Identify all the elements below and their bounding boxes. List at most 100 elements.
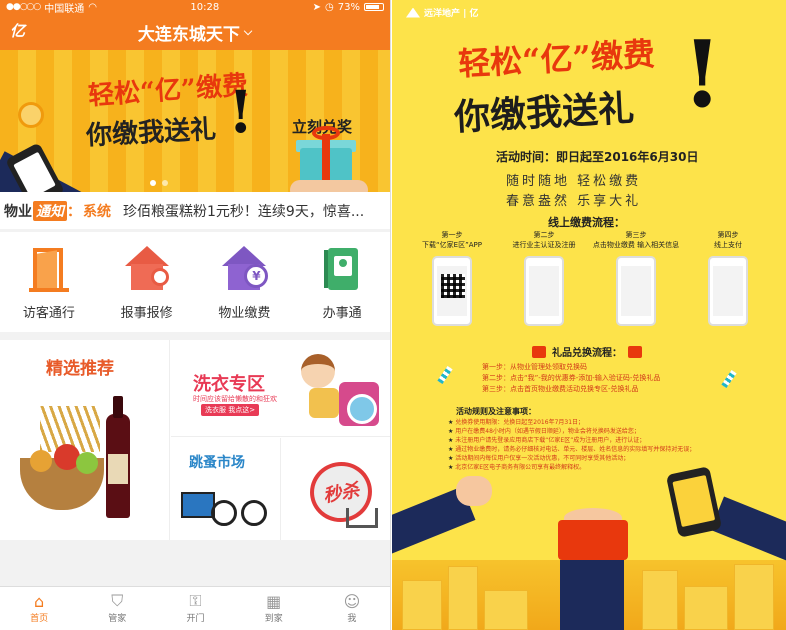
tab-me[interactable]: ☺ 我 — [313, 587, 390, 630]
poster-slogan1: 随时随地 轻松缴费 — [506, 174, 642, 189]
tab-label: 到家 — [264, 614, 283, 624]
service-label: 访客通行 — [22, 306, 75, 321]
rule-item: 北京亿家E区电子商务有限公司享有最终解释权。 — [448, 463, 695, 472]
phone-illustration — [665, 466, 723, 538]
promo-banner[interactable]: 轻松“亿”缴费 你缴我送礼 ! 立刻兑奖 — [0, 50, 390, 192]
seckill-title: 秒杀 — [321, 480, 361, 507]
notice-source: 系统 — [83, 203, 111, 220]
clock: 10:28 — [190, 1, 220, 13]
tab-label: 我 — [347, 614, 357, 624]
wifi-icon: ◠ — [88, 1, 97, 13]
storefront-icon: ▦ — [266, 591, 282, 611]
notice-text: 珍佰粮蛋糕粉1元秒！连续9天，惊喜... — [123, 203, 365, 220]
service-affairs[interactable]: 办事通 — [293, 232, 390, 332]
carrier-label: 中国联通 — [44, 3, 85, 15]
confetti-decoration — [721, 369, 737, 389]
battery-icon — [364, 3, 384, 11]
repair-house-icon — [123, 246, 171, 292]
payment-flow-title: 线上缴费流程： — [548, 216, 625, 229]
poster-slogan2: 春意盎然 乐享大礼 — [506, 194, 642, 209]
promo-grid: 精选推荐 洗衣专区 时间应该留给懒散的和狂欢 洗衣服 我点这> 跳蚤市场 秒杀 — [0, 340, 390, 540]
phone-mockup-icon — [616, 256, 656, 326]
rules-list: 兑换券使用期限：兑换日起至2016年7月31日； 用户在缴费48小时内（如遇节假… — [448, 418, 695, 472]
chevron-down-icon: ⌵ — [243, 25, 253, 38]
confetti-decoration — [437, 365, 453, 385]
featured-title: 精选推荐 — [46, 359, 114, 379]
poster-activity-time: 活动时间：即日起至2016年6月30日 — [496, 150, 699, 164]
poster-title-line2: 你缴我送礼 — [453, 87, 636, 139]
step-desc: 线上支付 — [714, 241, 742, 249]
battery-percent: 73% — [337, 1, 360, 13]
service-label: 报事报修 — [120, 306, 173, 321]
tab-butler[interactable]: ⛉ 管家 — [78, 587, 156, 630]
fruit-illustration — [30, 450, 52, 472]
bicycle-wheel-icon — [211, 500, 237, 526]
shield-icon: ⛉ — [111, 591, 124, 610]
poster-title-line1: 轻松“亿”缴费 — [457, 34, 656, 84]
phone-mockup-icon — [524, 256, 564, 326]
alarm-icon: ◷ — [325, 1, 334, 13]
washing-machine-icon — [339, 382, 379, 426]
featured-recommend-card[interactable]: 精选推荐 — [0, 340, 170, 540]
notice-badge: 通知 — [33, 200, 67, 221]
phone-mockup-icon — [432, 256, 472, 326]
poster-exclaim: ! — [682, 20, 723, 128]
seckill-card[interactable]: 秒杀 — [282, 438, 390, 540]
payment-step: 第三步 点击物业缴费 输入相关信息 — [590, 230, 682, 326]
laundry-card[interactable]: 洗衣专区 时间应该留给懒散的和狂欢 洗衣服 我点这> — [171, 340, 390, 437]
payment-house-icon: ¥ — [220, 246, 269, 292]
contacts-book-icon — [318, 246, 366, 292]
banner-page-indicator — [150, 180, 168, 186]
banner-exclaim: ! — [228, 78, 254, 146]
notice-prefix: 物业 — [4, 203, 32, 220]
step-number: 第一步 — [441, 231, 463, 239]
tab-home[interactable]: ⌂ 首页 — [0, 587, 78, 630]
service-label: 办事通 — [322, 306, 362, 321]
location-icon: ➤ — [312, 1, 322, 13]
service-grid: 访客通行 报事报修 ¥ 物业缴费 办事通 — [0, 232, 390, 332]
community-name: 大连东城天下 — [137, 24, 240, 45]
banner-title-line2: 你缴我送礼 — [85, 114, 217, 152]
gift-step: 第三步：点击首页物业缴费活动兑换专区-兑换礼品 — [482, 385, 639, 393]
rule-item: 未注册用户请先登录应用商店下载“亿家E区”成为注册用户，进行认证； — [448, 436, 695, 445]
wine-bottle-illustration — [106, 396, 130, 518]
notice-bar[interactable]: 物业 通知 ： 系统 珍佰粮蛋糕粉1元秒！连续9天，惊喜... — [0, 192, 390, 229]
tab-to-home[interactable]: ▦ 到家 — [235, 587, 313, 630]
step-number: 第三步 — [625, 231, 647, 239]
rule-item: 兑换券使用期限：兑换日起至2016年7月31日； — [448, 418, 695, 427]
service-visitor-pass[interactable]: 访客通行 — [0, 232, 98, 332]
girl-illustration — [301, 354, 335, 388]
sleeve-illustration — [710, 496, 786, 564]
girl-body-illustration — [309, 388, 339, 418]
nav-bar: 亿 大连东城天下 ⌵ — [0, 14, 390, 50]
hands-illustration — [290, 180, 368, 192]
step-desc: 点击物业缴费 输入相关信息 — [592, 241, 680, 249]
payment-step: 第二步 进行业主认证及注册 — [498, 230, 590, 326]
service-property-payment[interactable]: ¥ 物业缴费 — [196, 232, 294, 332]
coin-icon — [18, 102, 44, 128]
gift-bow — [312, 126, 340, 140]
user-icon: ☺ — [343, 591, 361, 611]
tv-icon — [181, 492, 215, 518]
app-screen: ●●○○○ 中国联通 ◠ 10:28 ➤ ◷ 73% 亿 大连东城天下 ⌵ 轻松… — [0, 0, 391, 630]
poster-brand-text: 远洋地产 | 亿 — [424, 9, 479, 19]
payment-step: 第一步 下载“亿家E区”APP — [406, 230, 498, 326]
gift-box-icon — [558, 520, 628, 560]
service-label: 物业缴费 — [218, 306, 271, 321]
payment-step: 第四步 线上支付 — [682, 230, 774, 326]
brand-logo-icon — [406, 7, 420, 18]
rules-title: 活动规则及注意事项： — [456, 407, 536, 416]
notice-colon: ： — [67, 203, 81, 220]
community-selector[interactable]: 大连东城天下 ⌵ — [138, 20, 252, 45]
tab-open-door[interactable]: ⚿ 开门 — [156, 587, 234, 630]
gift-steps: 第一步：从物业管理处领取兑换码 第二步：点击“我”-我的优惠券-添加-输入验证码… — [482, 362, 660, 395]
step-number: 第四步 — [717, 231, 739, 239]
signal-icon: ●●○○○ — [6, 2, 41, 12]
door-icon — [25, 246, 73, 292]
flea-market-card[interactable]: 跳蚤市场 — [171, 438, 281, 540]
laundry-subtitle: 时间应该留给懒散的和狂欢 — [193, 395, 277, 403]
page-dot — [150, 180, 156, 186]
tab-label: 首页 — [30, 614, 49, 624]
step-desc: 进行业主认证及注册 — [512, 241, 576, 249]
service-repair-report[interactable]: 报事报修 — [98, 232, 196, 332]
